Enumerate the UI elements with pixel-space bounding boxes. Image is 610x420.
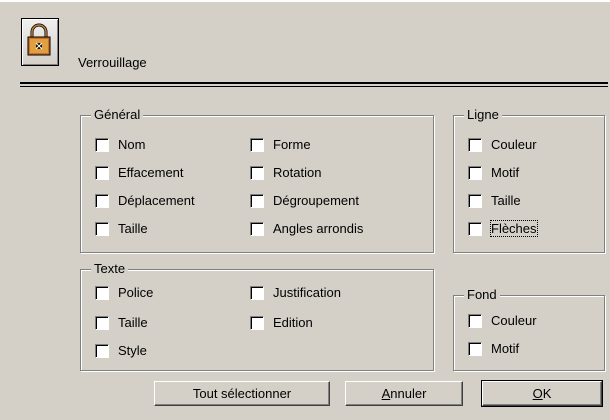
checkbox-box[interactable] <box>250 315 264 330</box>
checkbox-ligne-motif[interactable]: Motif <box>468 165 519 180</box>
ok-button[interactable]: OK <box>481 380 603 407</box>
checkbox-box[interactable] <box>250 285 264 300</box>
group-fond: Fond Couleur Motif <box>453 287 605 371</box>
group-general: Général Nom Effacement Déplacement Taill… <box>80 107 434 253</box>
checkbox-label: Justification <box>273 285 341 300</box>
ok-label: OK <box>533 386 552 401</box>
checkbox-fond-couleur[interactable]: Couleur <box>468 313 537 328</box>
cancel-label: Annuler <box>382 386 427 401</box>
checkbox-label: Edition <box>273 315 313 330</box>
dialog-title: Verrouillage <box>78 55 147 70</box>
header-separator <box>20 82 608 84</box>
checkbox-taille[interactable]: Taille <box>95 221 148 236</box>
header-separator-thin <box>20 86 608 87</box>
checkbox-ligne-couleur[interactable]: Couleur <box>468 137 537 152</box>
checkbox-label: Motif <box>491 341 520 356</box>
checkbox-police[interactable]: Police <box>95 285 153 300</box>
checkbox-nom[interactable]: Nom <box>95 137 145 152</box>
select-all-button[interactable]: Tout sélectionner <box>154 381 330 406</box>
group-fond-title: Fond <box>464 287 500 302</box>
checkbox-box[interactable] <box>250 221 264 236</box>
checkbox-box[interactable] <box>95 137 109 152</box>
checkbox-box[interactable] <box>250 137 264 152</box>
cancel-button[interactable]: Annuler <box>345 381 463 406</box>
checkbox-label: Style <box>118 343 147 358</box>
checkbox-label: Déplacement <box>118 193 195 208</box>
group-texte-title: Texte <box>91 261 129 276</box>
checkbox-label: Motif <box>491 165 520 180</box>
checkbox-ligne-taille[interactable]: Taille <box>468 193 521 208</box>
checkbox-box[interactable] <box>468 137 482 152</box>
checkbox-rotation[interactable]: Rotation <box>250 165 321 180</box>
ok-mnemonic: O <box>532 386 543 401</box>
select-all-label: Tout sélectionner <box>192 386 292 401</box>
cancel-label-rest: nnuler <box>390 386 427 401</box>
checkbox-fond-motif[interactable]: Motif <box>468 341 519 356</box>
checkbox-fleches[interactable]: Flèches <box>468 220 538 237</box>
checkbox-justification[interactable]: Justification <box>250 285 341 300</box>
checkbox-box[interactable] <box>95 285 109 300</box>
checkbox-box[interactable] <box>95 193 109 208</box>
checkbox-label: Police <box>118 285 154 300</box>
checkbox-label: Effacement <box>118 165 184 180</box>
checkbox-angles-arrondis[interactable]: Angles arrondis <box>250 221 363 236</box>
checkbox-label: Flèches <box>490 220 538 237</box>
ok-label-rest: K <box>542 386 552 401</box>
checkbox-box[interactable] <box>468 341 482 356</box>
lock-dialog: Verrouillage Général Nom Effacement Dépl… <box>0 0 610 420</box>
lock-icon <box>21 18 59 66</box>
checkbox-label: Nom <box>118 137 146 152</box>
checkbox-label: Forme <box>273 137 311 152</box>
checkbox-box[interactable] <box>95 221 109 236</box>
checkbox-label: Couleur <box>491 137 537 152</box>
checkbox-box[interactable] <box>468 193 482 208</box>
checkbox-taille-texte[interactable]: Taille <box>95 315 148 330</box>
checkbox-label: Rotation <box>273 165 322 180</box>
checkbox-box[interactable] <box>468 313 482 328</box>
checkbox-effacement[interactable]: Effacement <box>95 165 184 180</box>
checkbox-forme[interactable]: Forme <box>250 137 311 152</box>
group-ligne: Ligne Couleur Motif Taille Flèches <box>453 107 605 253</box>
checkbox-style[interactable]: Style <box>95 343 147 358</box>
checkbox-label: Taille <box>491 193 521 208</box>
checkbox-box[interactable] <box>95 343 109 358</box>
checkbox-box[interactable] <box>250 193 264 208</box>
checkbox-label: Dégroupement <box>273 193 359 208</box>
checkbox-deplacement[interactable]: Déplacement <box>95 193 195 208</box>
cancel-mnemonic: A <box>381 386 391 401</box>
checkbox-label: Taille <box>118 315 148 330</box>
checkbox-degroupement[interactable]: Dégroupement <box>250 193 359 208</box>
checkbox-box[interactable] <box>468 221 482 236</box>
group-texte: Texte Police Taille Style Justification … <box>80 261 434 371</box>
checkbox-box[interactable] <box>250 165 264 180</box>
checkbox-label: Couleur <box>491 313 537 328</box>
group-ligne-title: Ligne <box>464 107 502 122</box>
checkbox-box[interactable] <box>95 165 109 180</box>
checkbox-label: Taille <box>118 221 148 236</box>
checkbox-box[interactable] <box>95 315 109 330</box>
checkbox-label: Angles arrondis <box>273 221 364 236</box>
checkbox-edition[interactable]: Edition <box>250 315 313 330</box>
group-general-title: Général <box>91 107 144 122</box>
checkbox-box[interactable] <box>468 165 482 180</box>
